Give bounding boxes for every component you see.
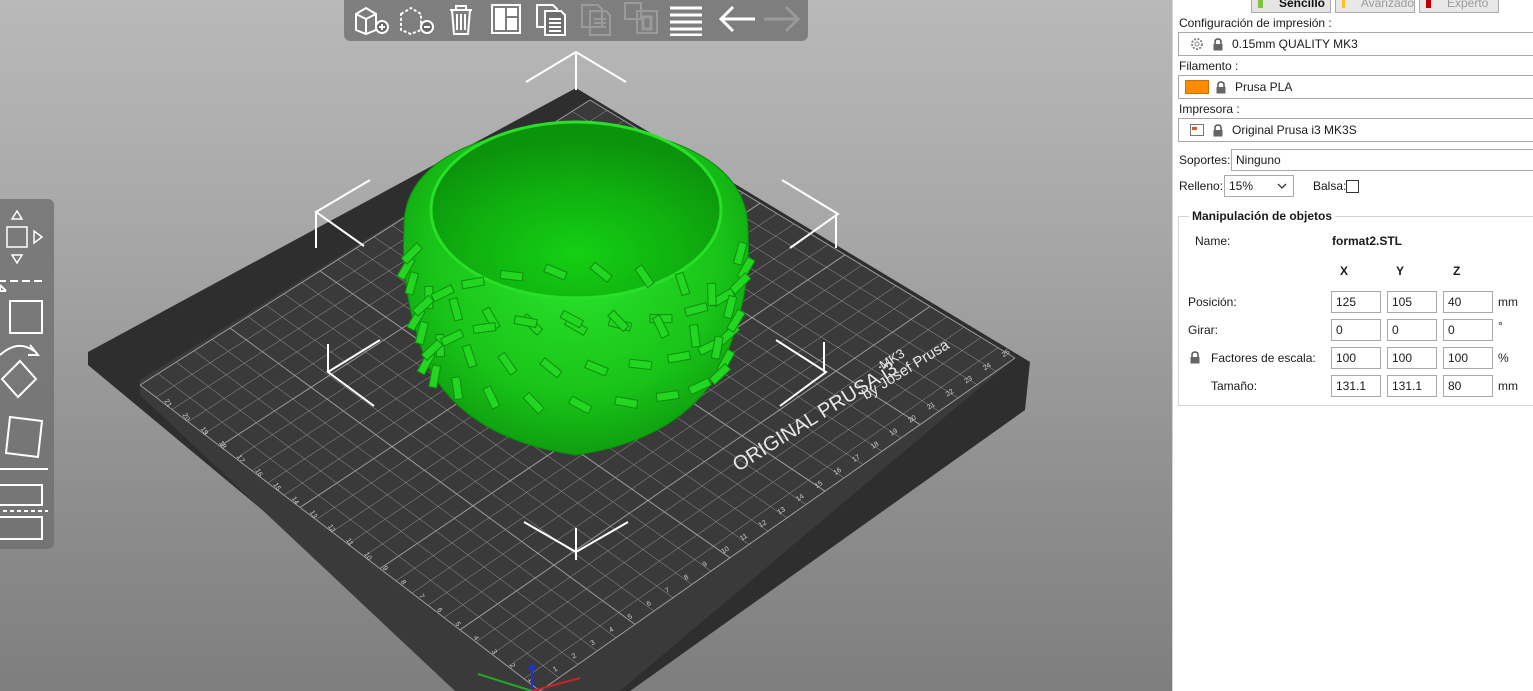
position-unit: mm [1498, 295, 1518, 309]
printer-value: Original Prusa i3 MK3S [1232, 123, 1357, 137]
filament-value: Prusa PLA [1235, 80, 1293, 94]
infill-label: Relleno: [1179, 179, 1224, 193]
rotate-label: Girar: [1188, 323, 1218, 337]
object-fin [628, 358, 653, 371]
size-label: Tamaño: [1211, 379, 1258, 393]
mode-advanced-swatch [1342, 0, 1345, 8]
rotate-x-input[interactable]: 0 [1331, 319, 1381, 341]
infill-value: 15% [1229, 179, 1254, 193]
add-object-icon[interactable] [348, 0, 393, 39]
right-sidebar: Sencillo Avanzado Experto Configuración … [1172, 0, 1533, 691]
delete-all-icon[interactable] [438, 0, 483, 39]
print-settings-value: 0.15mm QUALITY MK3 [1232, 37, 1358, 51]
mode-tab-advanced[interactable]: Avanzado [1335, 0, 1415, 13]
object-name-value: format2.STL [1332, 234, 1403, 248]
gear-icon [1188, 37, 1206, 51]
rotate-z-input[interactable]: 0 [1443, 319, 1493, 341]
3d-viewport[interactable]: ORIGINAL PRUSA i3 MK3 by Josef Prusa 123… [0, 0, 1172, 691]
scale-y-input[interactable]: 100 [1387, 347, 1437, 369]
mode-tab-label: Sencillo [1279, 0, 1326, 10]
position-y-input[interactable]: 105 [1387, 291, 1437, 313]
supports-label: Soportes: [1179, 153, 1231, 167]
mode-simple-swatch [1258, 0, 1263, 8]
name-label: Name: [1195, 234, 1231, 248]
delete-icon[interactable] [393, 0, 438, 39]
object-manipulation-panel: Manipulación de objetos Name: format2.ST… [1178, 209, 1533, 406]
layers-icon[interactable] [663, 0, 708, 39]
lock-icon [1215, 80, 1227, 94]
supports-select[interactable]: Ninguno [1231, 149, 1533, 171]
mode-tab-simple[interactable]: Sencillo [1251, 0, 1331, 13]
axis-y-header: Y [1396, 264, 1405, 278]
scale-lock-icon[interactable] [1189, 351, 1201, 367]
move-icon[interactable] [0, 203, 50, 265]
cut-icon[interactable] [0, 475, 50, 540]
position-z-input[interactable]: 40 [1443, 291, 1493, 313]
rotate-y-input[interactable]: 0 [1387, 319, 1437, 341]
lock-icon [1212, 37, 1224, 51]
chevron-down-icon [1277, 180, 1287, 194]
printer-combo[interactable]: Original Prusa i3 MK3S [1178, 118, 1533, 142]
mode-expert-swatch [1426, 0, 1431, 8]
print-settings-combo[interactable]: 0.15mm QUALITY MK3 [1178, 32, 1533, 56]
scale-x-input[interactable]: 100 [1331, 347, 1381, 369]
rotate-unit: ° [1498, 319, 1503, 333]
redo-icon[interactable] [759, 0, 804, 39]
object-fin [706, 282, 717, 307]
arrange-icon[interactable] [483, 0, 528, 39]
position-x-input[interactable]: 125 [1331, 291, 1381, 313]
lock-icon [1212, 123, 1224, 137]
scale-icon[interactable] [0, 271, 50, 334]
scale-z-input[interactable]: 100 [1443, 347, 1493, 369]
undo-icon[interactable] [714, 0, 759, 39]
print-settings-label: Configuración de impresión : [1179, 16, 1332, 30]
scale-label: Factores de escala: [1211, 351, 1316, 365]
size-unit: mm [1498, 379, 1518, 393]
size-x-input[interactable]: 131.1 [1331, 375, 1381, 397]
printer-label: Impresora : [1179, 102, 1240, 116]
brim-checkbox[interactable] [1346, 180, 1359, 193]
gizmo-toolbar [0, 199, 54, 549]
axis-x-header: X [1340, 264, 1349, 278]
brim-label: Balsa: [1313, 179, 1347, 193]
instances-icon[interactable] [618, 0, 663, 39]
top-toolbar [344, 0, 808, 41]
scene-canvas[interactable]: ORIGINAL PRUSA i3 MK3 by Josef Prusa 123… [0, 0, 1172, 691]
mode-tab-expert[interactable]: Experto [1419, 0, 1499, 13]
mode-tab-label: Experto [1447, 0, 1489, 10]
mode-tab-label: Avanzado [1360, 0, 1414, 10]
printer-icon [1188, 123, 1206, 137]
paste-icon[interactable] [573, 0, 618, 39]
object-fin [499, 269, 524, 282]
size-z-input[interactable]: 80 [1443, 375, 1493, 397]
object-manipulation-title: Manipulación de objetos [1189, 209, 1336, 223]
axis-z-header: Z [1453, 264, 1461, 278]
mode-tabs: Sencillo Avanzado Experto [1251, 0, 1499, 13]
position-label: Posición: [1188, 295, 1237, 309]
filament-color-swatch[interactable] [1185, 80, 1209, 94]
filament-combo[interactable]: Prusa PLA [1178, 75, 1533, 99]
copy-icon[interactable] [528, 0, 573, 39]
place-on-face-icon[interactable] [0, 407, 50, 470]
infill-select[interactable]: 15% [1224, 175, 1294, 197]
filament-label: Filamento : [1179, 59, 1239, 73]
size-y-input[interactable]: 131.1 [1387, 375, 1437, 397]
rotate-icon[interactable] [0, 339, 50, 399]
scale-unit: % [1498, 351, 1509, 365]
